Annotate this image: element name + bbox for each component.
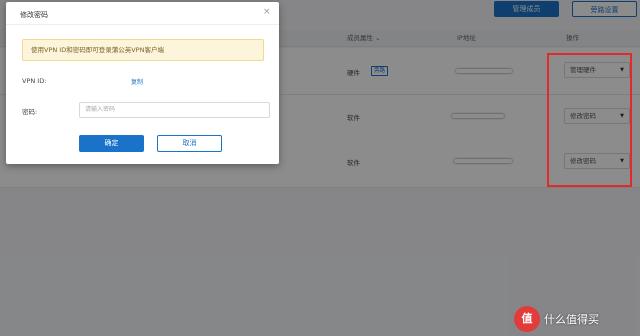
confirm-button[interactable]: 确定 <box>79 135 144 152</box>
info-notice: 使用VPN ID和密码即可登录蒲公英VPN客户端 <box>22 39 264 61</box>
watermark: 值 什么值得买 <box>510 306 636 332</box>
watermark-logo-icon: 值 <box>514 306 540 332</box>
change-password-dialog: 修改密码 × 使用VPN ID和密码即可登录蒲公英VPN客户端 VPN ID: … <box>6 2 279 164</box>
dialog-title: 修改密码 <box>20 11 48 19</box>
copy-link[interactable]: 复制 <box>131 77 143 86</box>
password-input[interactable]: 请输入密码 <box>79 102 270 118</box>
close-icon[interactable]: × <box>263 7 271 17</box>
notice-text: 使用VPN ID和密码即可登录蒲公英VPN客户端 <box>31 46 164 54</box>
watermark-text: 什么值得买 <box>544 313 599 326</box>
password-label: 密码: <box>22 108 38 116</box>
divider <box>6 24 279 25</box>
vpn-id-label: VPN ID: <box>22 77 47 85</box>
highlight-frame <box>547 53 632 187</box>
cancel-button[interactable]: 取消 <box>157 135 222 152</box>
